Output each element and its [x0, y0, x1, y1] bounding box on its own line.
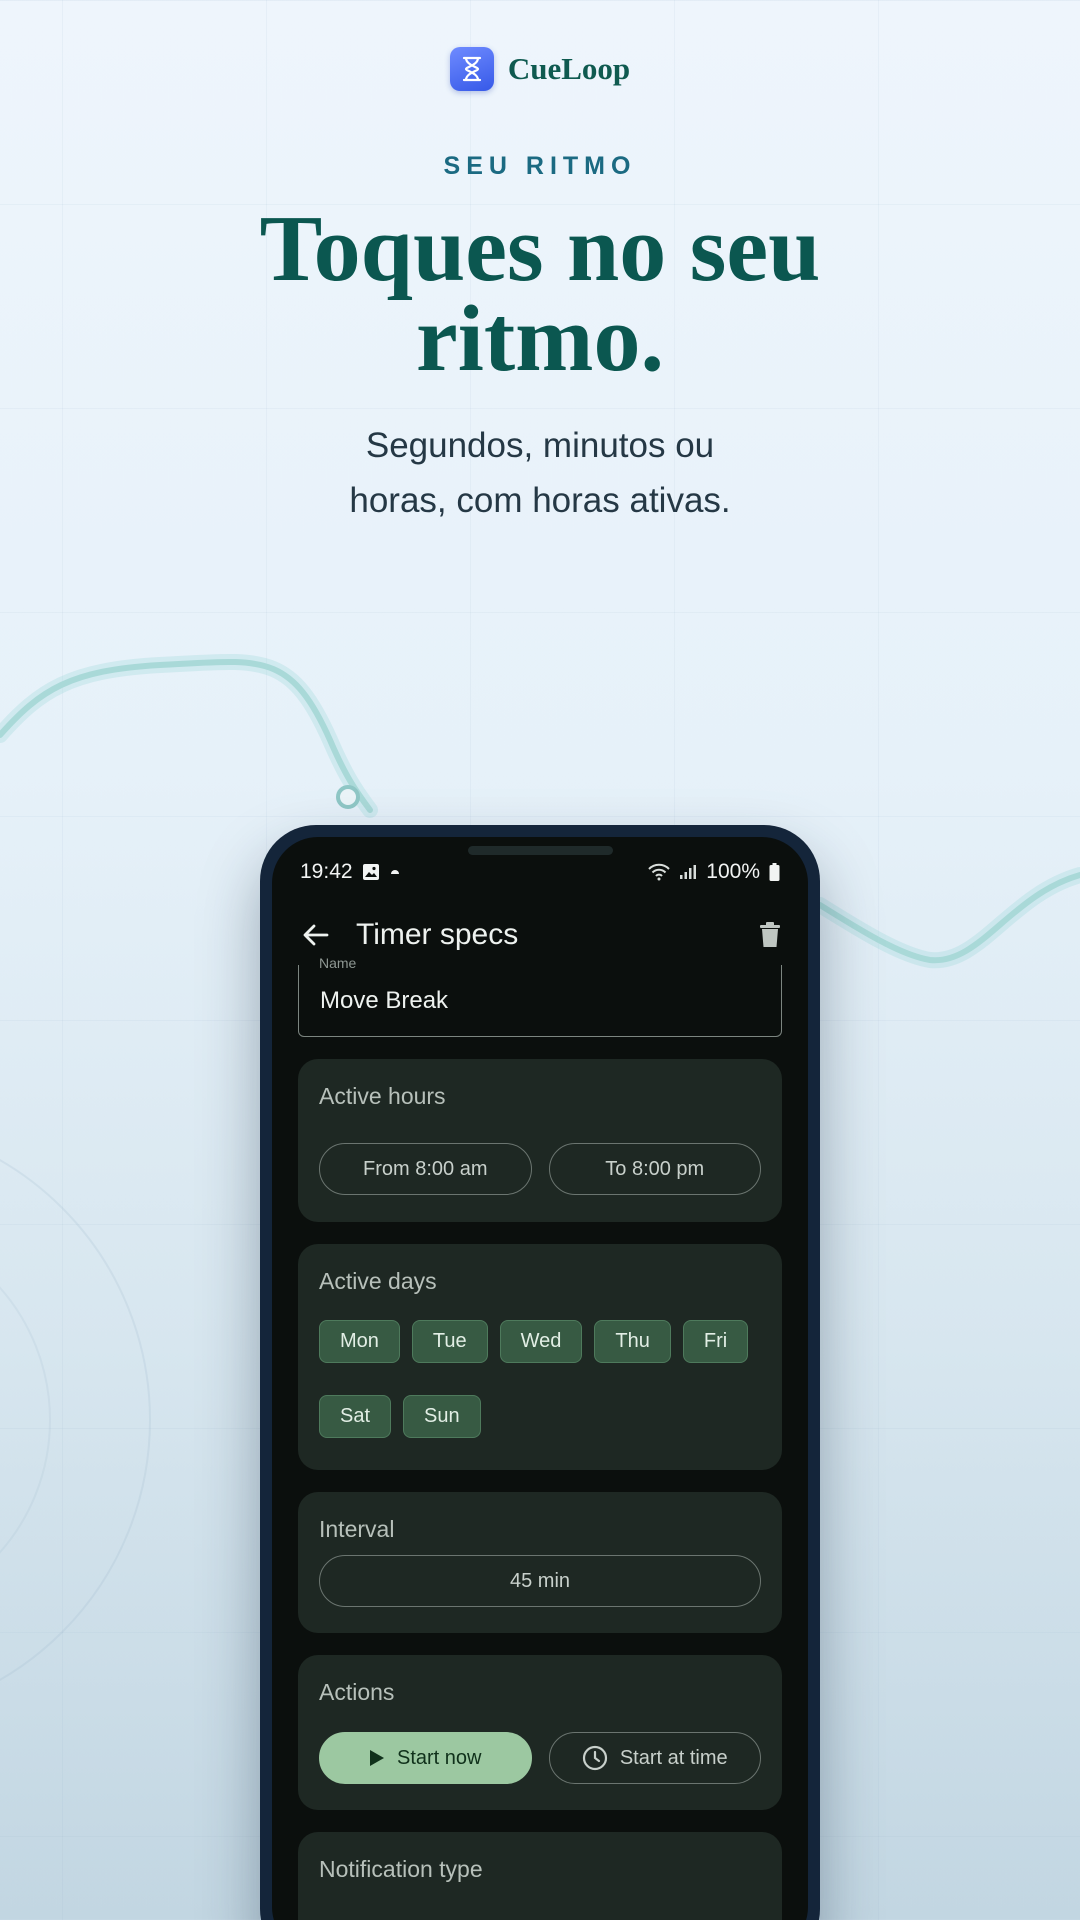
arrow-left-icon[interactable]	[300, 919, 332, 951]
brand-header: CueLoop	[0, 47, 1080, 91]
day-chip-wed[interactable]: Wed	[499, 1320, 583, 1363]
battery-percent: 100%	[706, 860, 760, 883]
clock-icon	[582, 1745, 607, 1771]
phone-frame: 19:42 100% Timer specs Name Move Break A…	[260, 825, 820, 1920]
wifi-icon	[648, 863, 670, 881]
drop-notification-icon	[389, 866, 401, 878]
name-field-value[interactable]: Move Break	[320, 987, 448, 1015]
start-at-time-button[interactable]: Start at time	[548, 1732, 761, 1784]
day-chip-mon[interactable]: Mon	[319, 1320, 400, 1363]
play-icon	[370, 1750, 384, 1766]
day-chip-sun[interactable]: Sun	[403, 1395, 481, 1438]
form-content: Name Move Break Active hours From 8:00 a…	[298, 955, 782, 1920]
active-days-title: Active days	[319, 1268, 437, 1294]
trash-icon[interactable]	[754, 919, 786, 951]
interval-card: Interval 45 min	[298, 1492, 782, 1633]
battery-icon	[769, 863, 780, 881]
actions-title: Actions	[319, 1679, 395, 1705]
hourglass-icon	[449, 47, 494, 91]
day-chips: Mon Tue Wed Thu Fri Sat Sun	[319, 1320, 761, 1438]
actions-card: Actions Start now Start at time	[298, 1655, 782, 1810]
page-subhead: Segundos, minutos ou horas, com horas at…	[0, 418, 1080, 528]
day-chip-sat[interactable]: Sat	[319, 1395, 392, 1438]
from-time-button[interactable]: From 8:00 am	[319, 1143, 532, 1195]
subhead-line-2: horas, com horas ativas.	[349, 481, 731, 520]
brand-name: CueLoop	[507, 51, 631, 86]
eyebrow-text: SEU RITMO	[443, 152, 637, 180]
name-field-label: Name	[319, 955, 357, 971]
start-now-button[interactable]: Start now	[319, 1732, 532, 1784]
active-days-card: Active days Mon Tue Wed Thu Fri Sat Sun	[298, 1244, 782, 1470]
name-field[interactable]: Name Move Break	[298, 955, 782, 1037]
day-chip-thu[interactable]: Thu	[594, 1320, 671, 1363]
start-at-time-label: Start at time	[619, 1746, 728, 1769]
phone-speaker	[468, 846, 613, 855]
interval-button[interactable]: 45 min	[319, 1555, 761, 1607]
status-bar: 19:42 100%	[300, 855, 780, 889]
status-time: 19:42	[300, 860, 353, 883]
to-time-button[interactable]: To 8:00 pm	[548, 1143, 761, 1195]
image-notification-icon	[362, 863, 380, 881]
headline-line-1: Toques no seu	[259, 197, 821, 301]
notification-type-title: Notification type	[319, 1856, 483, 1882]
subhead-line-1: Segundos, minutos ou	[365, 426, 715, 465]
page-headline: Toques no seu ritmo.	[0, 197, 1080, 391]
interval-title: Interval	[319, 1516, 395, 1542]
active-hours-title: Active hours	[319, 1083, 446, 1109]
phone-screen: 19:42 100% Timer specs Name Move Break A…	[272, 837, 808, 1920]
day-chip-fri[interactable]: Fri	[682, 1320, 749, 1363]
start-now-label: Start now	[397, 1746, 482, 1769]
headline-line-2: ritmo.	[416, 287, 664, 391]
active-hours-card: Active hours From 8:00 am To 8:00 pm	[298, 1059, 782, 1222]
day-chip-tue[interactable]: Tue	[411, 1320, 488, 1363]
signal-icon	[679, 864, 697, 880]
notification-type-card: Notification type	[298, 1832, 782, 1920]
app-bar-title: Timer specs	[356, 918, 519, 951]
